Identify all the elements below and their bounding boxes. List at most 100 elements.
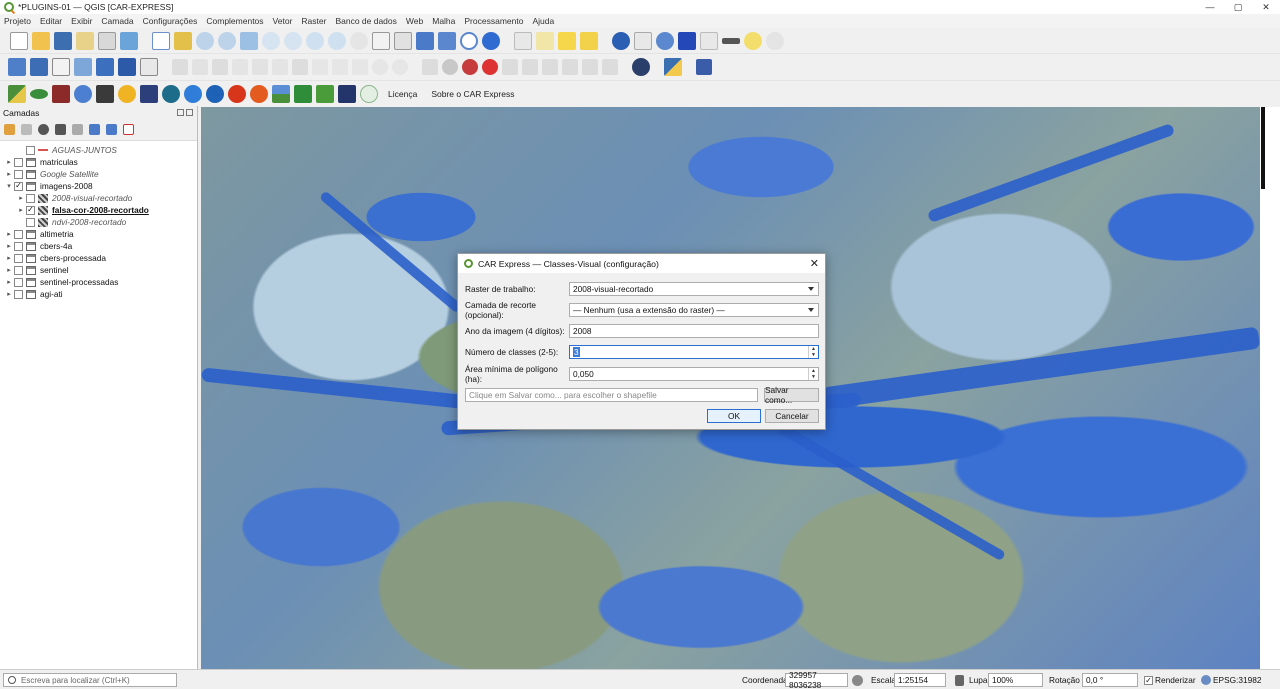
lab-icon[interactable]	[338, 84, 356, 103]
layer-tree-item[interactable]: ▸ altimetria	[0, 228, 197, 240]
pan-icon[interactable]	[152, 31, 170, 50]
menu-raster[interactable]: Raster	[301, 16, 326, 26]
save-project-icon[interactable]	[54, 31, 72, 50]
menu-editar[interactable]: Editar	[40, 16, 62, 26]
expand-toggle-icon[interactable]: ▸	[4, 158, 14, 166]
zoom-out-icon[interactable]	[218, 31, 236, 50]
menu-ajuda[interactable]: Ajuda	[532, 16, 554, 26]
expand-all-icon[interactable]	[89, 124, 100, 135]
toolbox-gear-icon[interactable]	[656, 31, 674, 50]
forest-icon[interactable]	[316, 84, 334, 103]
map-tips-icon[interactable]	[744, 31, 762, 50]
sobre-car-express-button[interactable]: Sobre o CAR Express	[431, 89, 514, 99]
help-icon[interactable]	[696, 59, 712, 75]
area-spinbox[interactable]: 0,050 ▲ ▼	[569, 367, 819, 381]
expand-toggle-icon[interactable]: ▸	[4, 290, 14, 298]
temporal-icon[interactable]	[460, 31, 478, 50]
layer-visibility-checkbox[interactable]	[26, 145, 35, 155]
layer-tree-item[interactable]: ▾ ✓ imagens-2008	[0, 180, 197, 192]
identify-deselect-icon[interactable]	[514, 31, 532, 50]
expand-toggle-icon[interactable]: ▸	[4, 266, 14, 274]
fire-icon[interactable]	[250, 84, 268, 103]
menu-web[interactable]: Web	[406, 16, 423, 26]
undo-icon[interactable]	[372, 59, 388, 75]
magnifier-field[interactable]: 100%	[988, 673, 1043, 687]
delete-selected-icon[interactable]	[292, 59, 308, 75]
coordinate-toggle-icon[interactable]	[852, 674, 863, 686]
float-panel-icon[interactable]	[177, 109, 184, 116]
label-tool-icon[interactable]	[422, 59, 438, 75]
add-vector-icon[interactable]	[52, 58, 70, 76]
red-circle-icon[interactable]	[228, 84, 246, 103]
toggle-edit-icon[interactable]	[172, 59, 188, 75]
label-highlight-icon[interactable]	[462, 59, 478, 75]
dialog-close-button[interactable]: ✕	[810, 257, 819, 270]
lock-icon[interactable]	[955, 674, 964, 686]
new-geopackage-icon[interactable]	[30, 58, 48, 76]
expand-toggle-icon[interactable]: ▸	[4, 254, 14, 262]
layer-visibility-checkbox[interactable]: ✓	[26, 205, 35, 215]
crs-label[interactable]: EPSG:31982	[1213, 675, 1261, 685]
add-virtual-icon[interactable]	[140, 58, 158, 76]
print-layout-icon[interactable]	[98, 31, 116, 50]
field-calculator-icon[interactable]	[700, 31, 718, 50]
modify-attributes-icon[interactable]	[272, 59, 288, 75]
show-bookmarks-icon[interactable]	[438, 31, 456, 50]
menu-exibir[interactable]: Exibir	[71, 16, 92, 26]
vector-tool-icon[interactable]	[206, 84, 224, 103]
save-as-button[interactable]: Salvar como...	[764, 385, 819, 405]
label-rotate-icon[interactable]	[542, 59, 558, 75]
scale-field[interactable]: 1:25154	[894, 673, 946, 687]
licenca-button[interactable]: Licença	[388, 89, 417, 99]
coordinate-field[interactable]: 329957 8036238	[785, 670, 848, 689]
globe-plugin-icon[interactable]	[632, 58, 650, 76]
expand-toggle-icon[interactable]: ▸	[4, 230, 14, 238]
menu-camada[interactable]: Camada	[101, 16, 133, 26]
close-panel-icon[interactable]	[186, 109, 193, 116]
expand-toggle-icon[interactable]: ▾	[4, 182, 14, 190]
vertex-tool-icon[interactable]	[252, 59, 268, 75]
layer-visibility-checkbox[interactable]	[14, 157, 23, 167]
menu-banco-de-dados[interactable]: Banco de dados	[335, 16, 396, 26]
identify-icon[interactable]	[612, 31, 630, 50]
label-move-icon[interactable]	[522, 59, 538, 75]
menu-projeto[interactable]: Projeto	[4, 16, 31, 26]
layer-tree-item[interactable]: ▸ cbers-processada	[0, 252, 197, 264]
digitize-icon[interactable]	[192, 59, 208, 75]
open-project-icon[interactable]	[32, 31, 50, 50]
classes-icon[interactable]	[96, 84, 114, 103]
layer-visibility-checkbox[interactable]	[26, 193, 35, 203]
statistics-sigma-icon[interactable]	[678, 31, 696, 50]
spin-arrows-icon[interactable]: ▲ ▼	[808, 346, 818, 358]
layer-visibility-checkbox[interactable]: ✓	[14, 181, 23, 191]
data-source-manager-icon[interactable]	[8, 58, 26, 76]
expand-toggle-icon[interactable]: ▸	[4, 170, 14, 178]
add-feature-icon[interactable]	[232, 59, 248, 75]
clip-layer-select[interactable]: — Nenhum (usa a extensão do raster) —	[569, 303, 819, 317]
menu-malha[interactable]: Malha	[432, 16, 455, 26]
menu-configuracoes[interactable]: Configurações	[143, 16, 198, 26]
ok-button[interactable]: OK	[707, 409, 761, 423]
layer-tree-item[interactable]: ▸ agi-ati	[0, 288, 197, 300]
pan-to-selection-icon[interactable]	[174, 31, 192, 50]
add-wms-icon[interactable]	[96, 58, 114, 76]
globe-outline-icon[interactable]	[360, 84, 378, 103]
layer-tree-item[interactable]: ▸ sentinel-processadas	[0, 276, 197, 288]
sun-icon[interactable]	[118, 84, 136, 103]
add-group-icon[interactable]	[21, 124, 32, 135]
label-show-icon[interactable]	[502, 59, 518, 75]
remove-layer-icon[interactable]	[123, 124, 134, 135]
deselect-icon[interactable]	[580, 31, 598, 50]
satellite-icon[interactable]	[140, 84, 158, 103]
label-properties-icon[interactable]	[582, 59, 598, 75]
molecule-icon[interactable]	[74, 84, 92, 103]
crs-globe-icon[interactable]	[1201, 675, 1211, 685]
manage-visibility-icon[interactable]	[38, 124, 49, 135]
zoom-selection-icon[interactable]	[262, 31, 280, 50]
zoom-next-icon[interactable]	[350, 31, 368, 50]
expand-toggle-icon[interactable]: ▸	[16, 194, 26, 202]
new-map-view-icon[interactable]	[372, 31, 390, 50]
layer-visibility-checkbox[interactable]	[14, 265, 23, 275]
locator-search[interactable]: Escreva para localizar (Ctrl+K)	[3, 673, 177, 687]
menu-complementos[interactable]: Complementos	[206, 16, 263, 26]
